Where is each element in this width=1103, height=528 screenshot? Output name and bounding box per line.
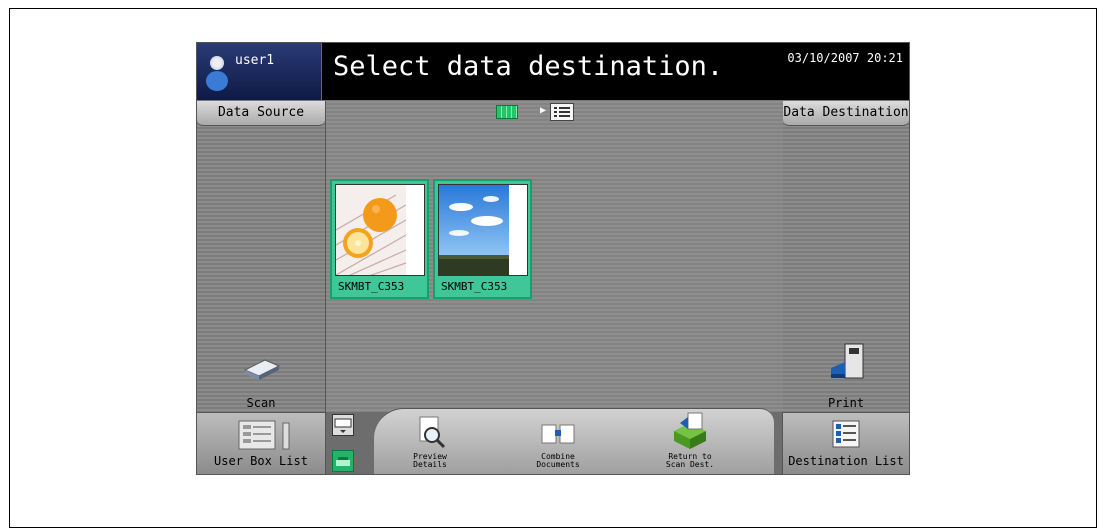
file-card[interactable]: SKMBT_C353	[330, 179, 429, 299]
file-area: ▶ SKMBT_C353 SKMBT_C353	[326, 101, 783, 412]
scan-settings-icon[interactable]	[332, 450, 354, 472]
magnifier-icon	[419, 416, 446, 449]
header-bar: user1 Select data destination. 03/10/200…	[197, 43, 909, 100]
list-view-icon[interactable]	[550, 103, 574, 121]
printer-icon	[831, 343, 864, 379]
prompt-message: Select data destination.	[333, 51, 724, 82]
scan-label: Scan	[246, 396, 276, 410]
file-card[interactable]: SKMBT_C353	[433, 179, 532, 299]
orange-thumbnail	[335, 184, 425, 276]
destination-list-label: Destination List	[788, 454, 904, 468]
data-destination-title: Data Destination	[783, 101, 909, 126]
return-to-scan-dest-label: Return to Scan Dest.	[665, 452, 715, 469]
action-tray: Preview Details Combine Documents Return…	[374, 408, 774, 474]
preview-details-button[interactable]: Preview Details	[390, 409, 470, 474]
file-name: SKMBT_C353	[441, 280, 508, 293]
view-toggle: ▶	[496, 103, 586, 123]
print-button[interactable]: Print	[783, 343, 909, 412]
preview-details-label: Preview Details	[413, 452, 447, 469]
destination-list-button[interactable]: Destination List	[782, 412, 909, 474]
tray-toggle-icon[interactable]	[332, 414, 354, 436]
control-panel-screen: user1 Select data destination. 03/10/200…	[196, 42, 910, 475]
mini-buttons	[332, 414, 366, 474]
return-to-scan-icon	[674, 412, 706, 449]
user-box-list-button[interactable]: User Box List	[197, 412, 326, 474]
scanner-icon	[243, 359, 281, 380]
data-source-panel: Data Source Scan	[197, 101, 326, 412]
arrow-right-icon: ▶	[540, 105, 547, 116]
action-bar: Preview Details Combine Documents Return…	[326, 408, 783, 474]
sky-thumbnail	[438, 184, 528, 276]
data-source-title: Data Source	[197, 101, 325, 126]
return-to-scan-dest-button[interactable]: Return to Scan Dest.	[650, 409, 730, 474]
destination-list-icon	[832, 420, 860, 448]
combine-documents-icon	[541, 424, 575, 444]
data-destination-panel: Data Destination Print	[782, 101, 909, 412]
user-box-list-label: User Box List	[214, 454, 308, 468]
print-label: Print	[827, 396, 865, 410]
combine-documents-button[interactable]: Combine Documents	[518, 409, 598, 474]
thumbnail-view-icon[interactable]	[496, 105, 518, 119]
user-indicator[interactable]: user1	[197, 43, 322, 100]
user-icon	[206, 56, 228, 91]
scan-button[interactable]: Scan	[197, 352, 325, 412]
user-box-list-icon	[238, 420, 290, 450]
combine-documents-label: Combine Documents	[536, 452, 580, 469]
datetime-display: 03/10/2007 20:21	[787, 51, 903, 65]
user-name: user1	[235, 53, 275, 68]
file-name: SKMBT_C353	[338, 280, 405, 293]
